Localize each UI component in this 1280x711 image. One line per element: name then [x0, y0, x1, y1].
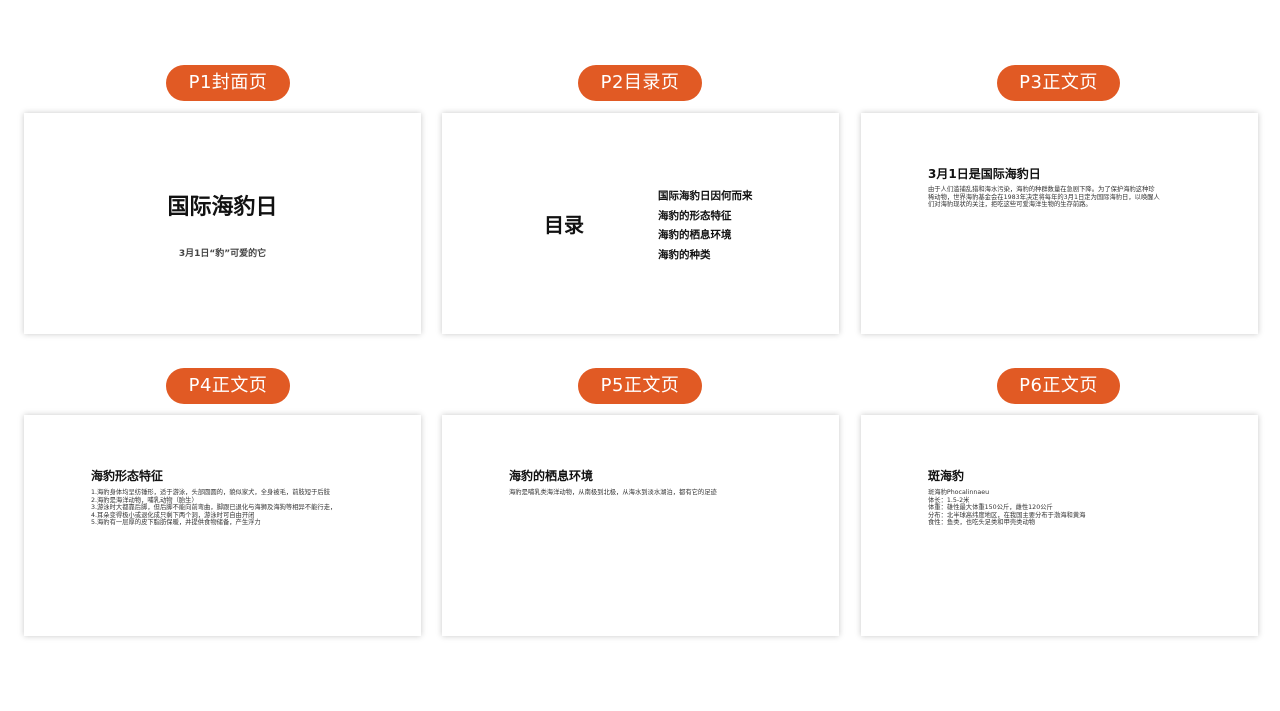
slide-thumbnail-p1[interactable]: 国际海豹日 3月1日“豹”可爱的它 [24, 113, 421, 334]
toc-list: 国际海豹日因何而来 海豹的形态特征 海豹的栖息环境 海豹的种类 [658, 187, 753, 266]
toc-item: 海豹的种类 [658, 249, 711, 262]
text-line: 5.海豹有一层厚的皮下脂肪保暖，并提供食物储备，产生浮力 [91, 519, 261, 527]
slide-thumbnail-p2[interactable]: 目录 国际海豹日因何而来 海豹的形态特征 海豹的栖息环境 海豹的种类 [442, 113, 839, 334]
slide-thumbnail-p6[interactable]: 斑海豹 斑海豹Phocalinnaeu 体长：1.5-2米 体重：雄性最大体重1… [861, 415, 1258, 636]
slide-heading: 海豹的栖息环境 [509, 469, 594, 483]
slide-label-p2: P2目录页 [578, 65, 702, 101]
text-line: 斑海豹Phocalinnaeu [928, 489, 990, 496]
toc-item: 国际海豹日因何而来 [658, 190, 753, 202]
slide-overview: P1封面页 P2目录页 P3正文页 国际海豹日 3月1日“豹”可爱的它 目录 国… [0, 0, 1280, 711]
slide-paragraph: 斑海豹Phocalinnaeu 体长：1.5-2米 体重：雄性最大体重150公斤… [928, 489, 1085, 527]
cover-title: 国际海豹日 [167, 195, 278, 220]
text-line: 3.游泳时大都靠后脚，但后脚不能向前弯曲，脚跟已退化与海狮及海狗等相异不能行走， [91, 504, 337, 512]
slide-thumbnail-p5[interactable]: 海豹的栖息环境 海豹是哺乳类海洋动物，从南极到北极，从海水到淡水湖泊，都有它的足… [442, 415, 839, 636]
slide-thumbnail-p3[interactable]: 3月1日是国际海豹日 由于人们滥捕乱猎和海水污染，海豹的种群数量在急剧下降。为了… [861, 113, 1258, 334]
slide-label-p6: P6正文页 [997, 368, 1120, 404]
toc-item: 海豹的栖息环境 [658, 229, 732, 242]
slide-heading: 海豹形态特征 [91, 469, 164, 483]
slide-heading: 3月1日是国际海豹日 [928, 167, 1041, 181]
slide-label-p3: P3正文页 [997, 65, 1120, 101]
slide-paragraph: 海豹是哺乳类海洋动物，从南极到北极，从海水到淡水湖泊，都有它的足迹 [509, 489, 717, 497]
slide-label-p5: P5正文页 [578, 368, 702, 404]
toc-item: 海豹的形态特征 [658, 209, 732, 222]
slide-heading: 斑海豹 [928, 469, 965, 483]
toc-title: 目录 [544, 213, 584, 237]
text-line: 海豹是哺乳类海洋动物，从南极到北极，从海水到淡水湖泊，都有它的足迹 [509, 489, 717, 496]
cover-subtitle: 3月1日“豹”可爱的它 [178, 249, 267, 259]
slide-paragraph: 1.海豹身体均呈纺锤形，适于游泳，头部圆圆的，貌似家犬，全身被毛，前肢短于后肢 … [91, 489, 336, 527]
slide-label-p1: P1封面页 [166, 65, 290, 101]
text-line: 食性：鱼类，也吃头足类和甲壳类动物 [928, 519, 1036, 527]
slide-paragraph: 由于人们滥捕乱猎和海水污染，海豹的种群数量在急剧下降。为了保护海豹这种珍稀动物，… [928, 186, 1160, 209]
text-line: 1.海豹身体均呈纺锤形，适于游泳，头部圆圆的，貌似家犬，全身被毛，前肢短于后肢 [91, 489, 330, 496]
text-line: 体重：雄性最大体重150公斤，雌性120公斤 [928, 504, 1053, 512]
slide-thumbnail-p4[interactable]: 海豹形态特征 1.海豹身体均呈纺锤形，适于游泳，头部圆圆的，貌似家犬，全身被毛，… [24, 415, 421, 636]
slide-label-p4: P4正文页 [166, 368, 290, 404]
